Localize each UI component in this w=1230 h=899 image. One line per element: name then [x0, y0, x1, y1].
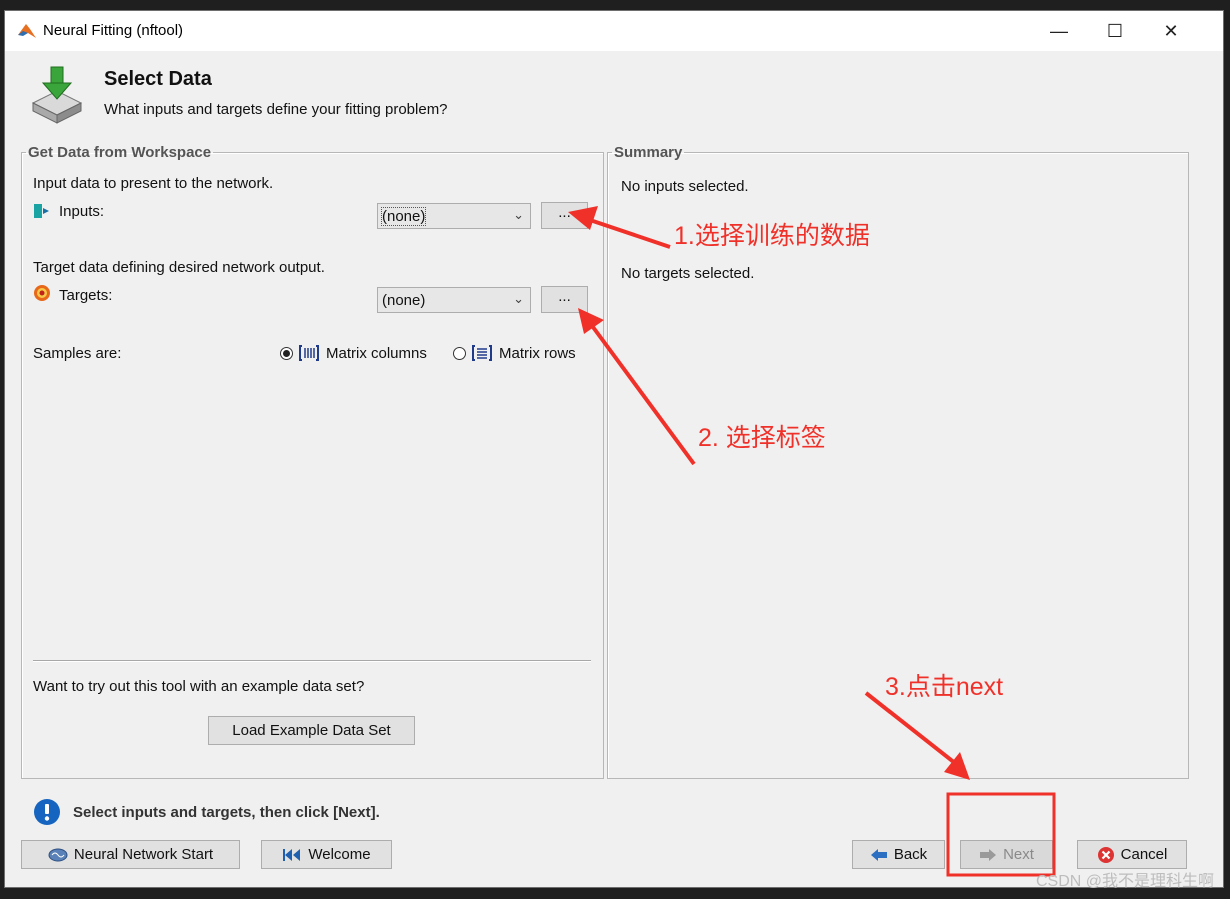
watermark: CSDN @我不是理科生啊 — [1035, 873, 1214, 890]
arrow-to-inputs-browse — [568, 206, 671, 249]
annotation-step3: 3.点击next — [885, 673, 1004, 701]
annotation-step1: 1.选择训练的数据 — [674, 222, 870, 250]
arrow-to-targets-browse — [578, 308, 696, 466]
arrow-to-next-button — [864, 691, 970, 780]
next-highlight-box — [946, 792, 1056, 877]
annotation-step2: 2. 选择标签 — [698, 424, 826, 452]
annotation-overlay — [568, 206, 1056, 877]
